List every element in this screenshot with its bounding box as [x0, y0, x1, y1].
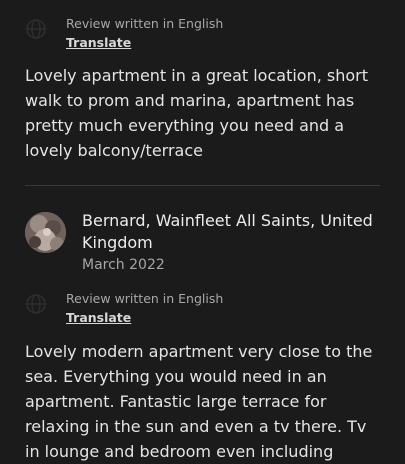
- language-note: Review written in English: [66, 16, 224, 31]
- review-divider: [25, 185, 380, 186]
- review-1-text: Lovely apartment in a great location, sh…: [25, 66, 369, 160]
- review-2-language-meta: Review written in English Translate: [25, 291, 385, 327]
- avatar[interactable]: [25, 212, 66, 253]
- review-1-language-meta: Review written in English Translate: [25, 16, 385, 52]
- review-2-text: Lovely modern apartment very close to th…: [25, 342, 373, 461]
- globe-icon: [25, 293, 47, 315]
- review-date: March 2022: [82, 257, 165, 273]
- reviewer-name: Bernard, Wainfleet All Saints, United Ki…: [82, 211, 373, 252]
- translate-link[interactable]: Translate: [66, 309, 131, 327]
- globe-icon: [25, 18, 47, 40]
- translate-link[interactable]: Translate: [66, 34, 131, 52]
- language-note: Review written in English: [66, 291, 224, 306]
